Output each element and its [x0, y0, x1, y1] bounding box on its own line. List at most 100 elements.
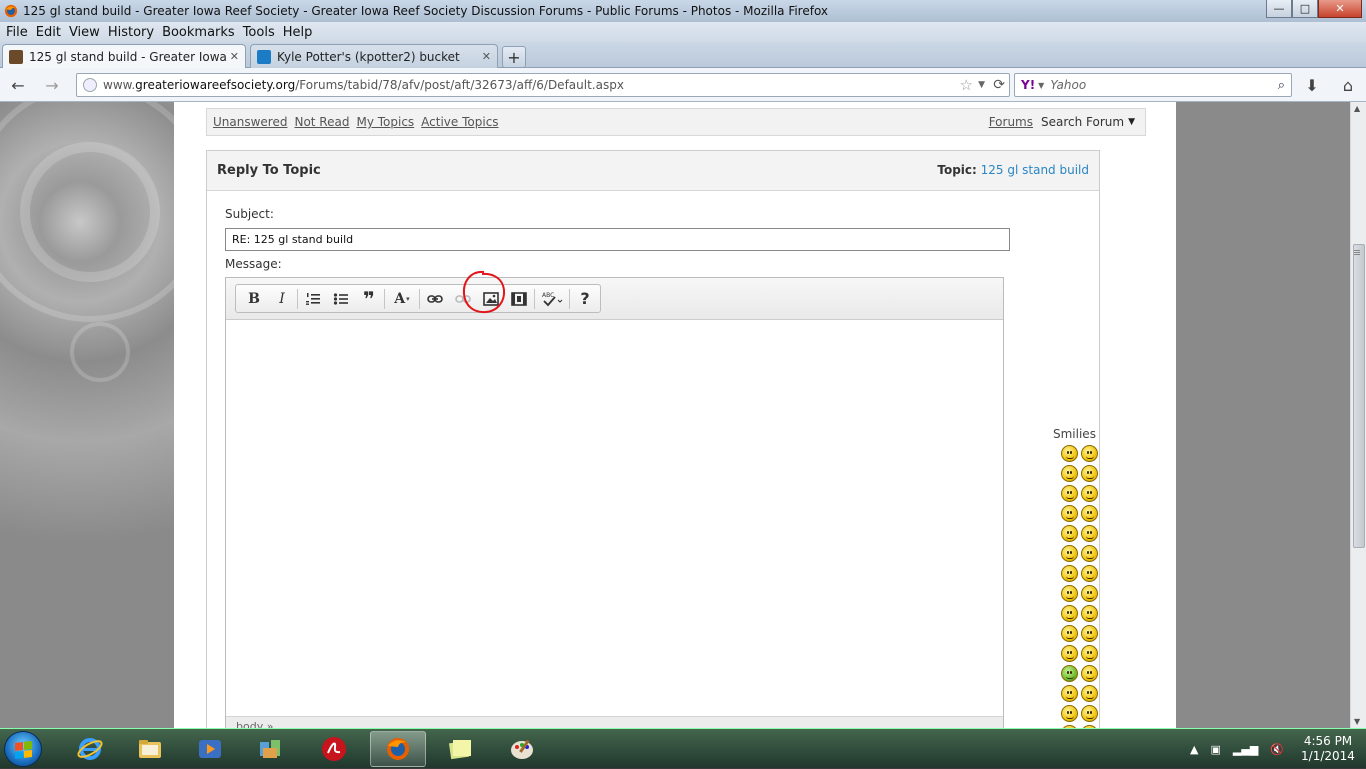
taskbar-paint[interactable]: [494, 731, 550, 767]
help-button[interactable]: ?: [571, 287, 599, 311]
search-bar[interactable]: Y! ▼ Yahoo ⌕: [1014, 73, 1292, 97]
action-center-icon[interactable]: ▣: [1211, 743, 1221, 756]
back-button[interactable]: ←: [6, 74, 30, 96]
insert-link-button[interactable]: [421, 287, 449, 311]
smiley-annoyed-icon[interactable]: [1081, 665, 1098, 682]
insert-media-button[interactable]: [505, 287, 533, 311]
search-engine-dropdown-icon[interactable]: ▼: [1038, 81, 1044, 90]
url-text[interactable]: www.greateriowareefsociety.org/Forums/ta…: [103, 78, 624, 92]
topic-link[interactable]: 125 gl stand build: [981, 163, 1089, 177]
forward-button[interactable]: →: [40, 74, 64, 96]
smiley-dizzy-icon[interactable]: [1061, 545, 1078, 562]
smiley-surprised-icon[interactable]: [1061, 525, 1078, 542]
toolbar-separator: [534, 288, 535, 309]
system-clock[interactable]: 4:56 PM 1/1/2014: [1296, 734, 1360, 764]
smiley-embarrassed-icon[interactable]: [1061, 685, 1078, 702]
unanswered-link[interactable]: Unanswered: [213, 115, 287, 129]
show-hidden-icons-icon[interactable]: ▲: [1190, 743, 1198, 756]
not-read-link[interactable]: Not Read: [294, 115, 349, 129]
volume-muted-icon[interactable]: 🔇: [1270, 743, 1284, 756]
message-body-input[interactable]: [226, 320, 1003, 716]
menu-bookmarks[interactable]: Bookmarks: [162, 25, 235, 40]
chevron-down-icon[interactable]: ▼: [1128, 117, 1135, 127]
smiley-sick-icon[interactable]: [1061, 665, 1078, 682]
tab-close-icon[interactable]: ✕: [230, 50, 239, 63]
smiley-worried-icon[interactable]: [1081, 545, 1098, 562]
smiley-eek-icon[interactable]: [1081, 585, 1098, 602]
network-icon[interactable]: ▂▄▆: [1233, 743, 1258, 756]
smiley-cry-icon[interactable]: [1081, 565, 1098, 582]
smiley-cool-icon[interactable]: [1081, 525, 1098, 542]
smiley-grin-icon[interactable]: [1061, 585, 1078, 602]
italic-button[interactable]: I: [268, 287, 296, 311]
new-tab-button[interactable]: +: [502, 46, 526, 68]
close-window-button[interactable]: ✕: [1318, 0, 1362, 18]
unlink-button[interactable]: [449, 287, 477, 311]
smiley-confused-icon[interactable]: [1061, 465, 1078, 482]
photobucket-favicon-icon: [257, 49, 271, 64]
forums-link[interactable]: Forums: [989, 115, 1033, 129]
site-identity-icon[interactable]: [83, 78, 97, 92]
subject-input[interactable]: [225, 228, 1010, 251]
font-color-button[interactable]: A ▾: [386, 287, 418, 311]
smiley-laugh-icon[interactable]: [1061, 705, 1078, 722]
tab-close-icon[interactable]: ✕: [482, 50, 491, 63]
smiley-tongue-out-icon[interactable]: [1081, 705, 1098, 722]
taskbar-internet-explorer[interactable]: [62, 731, 118, 767]
menu-edit[interactable]: Edit: [36, 25, 61, 40]
bookmark-star-icon[interactable]: ☆: [960, 76, 973, 94]
smiley-sleepy-icon[interactable]: [1061, 565, 1078, 582]
smiley-happy-icon[interactable]: [1061, 605, 1078, 622]
search-input[interactable]: Yahoo: [1050, 78, 1086, 92]
smiley-thinking-icon[interactable]: [1081, 685, 1098, 702]
quote-button[interactable]: ❞: [355, 287, 383, 311]
url-history-dropdown-icon[interactable]: ▼: [978, 80, 985, 90]
smiley-shock-icon[interactable]: [1061, 645, 1078, 662]
search-icon[interactable]: ⌕: [1278, 78, 1285, 93]
smiley-wink-icon[interactable]: [1061, 625, 1078, 642]
taskbar-media-player[interactable]: [182, 731, 238, 767]
smiley-smirk-icon[interactable]: [1081, 605, 1098, 622]
my-topics-link[interactable]: My Topics: [356, 115, 414, 129]
minimize-button[interactable]: —: [1266, 0, 1292, 18]
spellcheck-button[interactable]: ABC: [536, 287, 568, 311]
smiley-smile-icon[interactable]: [1061, 445, 1078, 462]
tab-forum[interactable]: 125 gl stand build - Greater Iowa Reef..…: [2, 44, 246, 68]
url-bar[interactable]: www.greateriowareefsociety.org/Forums/ta…: [76, 73, 1010, 97]
downloads-icon[interactable]: ⬇: [1300, 74, 1324, 96]
scroll-down-icon[interactable]: ▼: [1354, 717, 1360, 726]
smiley-angry-icon[interactable]: [1081, 505, 1098, 522]
smiley-sad-icon[interactable]: [1081, 485, 1098, 502]
active-topics-link[interactable]: Active Topics: [421, 115, 498, 129]
unordered-list-button[interactable]: [327, 287, 355, 311]
menu-file[interactable]: File: [6, 25, 28, 40]
menu-view[interactable]: View: [69, 25, 100, 40]
menu-help[interactable]: Help: [283, 25, 313, 40]
home-icon[interactable]: ⌂: [1336, 74, 1360, 96]
smiley-shocked-icon[interactable]: [1081, 445, 1098, 462]
taskbar-adobe-reader[interactable]: [306, 731, 362, 767]
tab-photobucket[interactable]: Kyle Potter's (kpotter2) bucket ✕: [250, 44, 498, 68]
taskbar-windows-explorer[interactable]: [122, 731, 178, 767]
start-button[interactable]: [4, 731, 42, 767]
insert-image-button[interactable]: [477, 287, 505, 311]
smiley-rolleyes-icon[interactable]: [1081, 625, 1098, 642]
taskbar-firefox[interactable]: [370, 731, 426, 767]
reload-icon[interactable]: ⟳: [993, 77, 1005, 93]
smiley-mad-icon[interactable]: [1081, 645, 1098, 662]
scrollbar-thumb[interactable]: [1353, 244, 1365, 548]
menu-history[interactable]: History: [108, 25, 154, 40]
maximize-button[interactable]: □: [1292, 0, 1318, 18]
yahoo-icon[interactable]: Y!: [1021, 78, 1035, 92]
scroll-up-icon[interactable]: ▲: [1354, 104, 1360, 113]
bold-button[interactable]: B: [240, 287, 268, 311]
smiley-tongue-icon[interactable]: [1061, 485, 1078, 502]
taskbar-sticky-notes[interactable]: [432, 731, 488, 767]
menu-tools[interactable]: Tools: [243, 25, 275, 40]
smiley-frown-icon[interactable]: [1061, 505, 1078, 522]
vertical-scrollbar[interactable]: ▲ ▼: [1350, 102, 1366, 728]
search-forum-dropdown[interactable]: Search Forum: [1041, 115, 1124, 129]
smiley-big-smile-icon[interactable]: [1081, 465, 1098, 482]
ordered-list-button[interactable]: [299, 287, 327, 311]
taskbar-control-panel[interactable]: [242, 731, 298, 767]
